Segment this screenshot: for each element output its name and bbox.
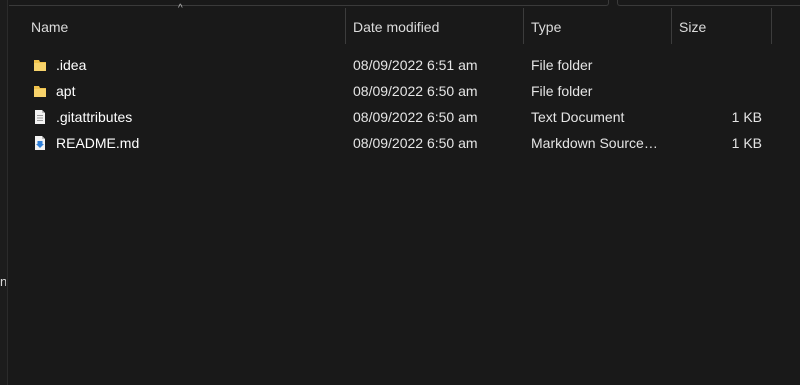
file-row[interactable]: .gitattributes 08/09/2022 6:50 am Text D…	[9, 104, 800, 130]
file-name: apt	[56, 83, 76, 99]
file-date-modified: 08/09/2022 6:50 am	[353, 135, 478, 151]
file-size: 1 KB	[731, 109, 762, 125]
column-header-type[interactable]: Type	[524, 8, 672, 44]
column-header-size[interactable]: Size	[672, 8, 772, 44]
file-row[interactable]: .idea 08/09/2022 6:51 am File folder	[9, 52, 800, 78]
file-date-modified: 08/09/2022 6:51 am	[353, 57, 478, 73]
sort-ascending-icon: ^	[178, 3, 183, 14]
markdown-file-icon	[35, 136, 45, 150]
file-type: Text Document	[531, 109, 625, 125]
column-header-type-label: Type	[531, 19, 562, 35]
column-header-name[interactable]: Name ^	[9, 3, 346, 44]
file-row[interactable]: README.md 08/09/2022 6:50 am Markdown So…	[9, 130, 800, 156]
text-file-icon	[35, 110, 45, 124]
file-type: File folder	[531, 57, 593, 73]
file-row[interactable]: apt 08/09/2022 6:50 am File folder	[9, 78, 800, 104]
navigation-pane-label-fragment: n	[0, 274, 6, 289]
folder-icon	[34, 60, 46, 71]
navigation-pane-edge[interactable]: n	[0, 0, 8, 385]
file-size: 1 KB	[731, 135, 762, 151]
file-name: .idea	[56, 57, 87, 73]
folder-icon	[34, 86, 46, 97]
file-name: README.md	[56, 135, 140, 151]
column-header-name-label: Name	[31, 19, 69, 35]
column-header-row: Name ^ Date modified Type Size	[9, 3, 800, 44]
file-type: File folder	[531, 83, 593, 99]
address-bar-edge	[9, 0, 609, 6]
column-header-date-label: Date modified	[353, 19, 440, 35]
column-header-date-modified[interactable]: Date modified	[346, 8, 524, 44]
file-type: Markdown Source…	[531, 135, 658, 151]
file-date-modified: 08/09/2022 6:50 am	[353, 83, 478, 99]
search-box-edge	[617, 0, 800, 6]
file-date-modified: 08/09/2022 6:50 am	[353, 109, 478, 125]
file-name: .gitattributes	[56, 109, 133, 125]
column-header-size-label: Size	[679, 19, 707, 35]
